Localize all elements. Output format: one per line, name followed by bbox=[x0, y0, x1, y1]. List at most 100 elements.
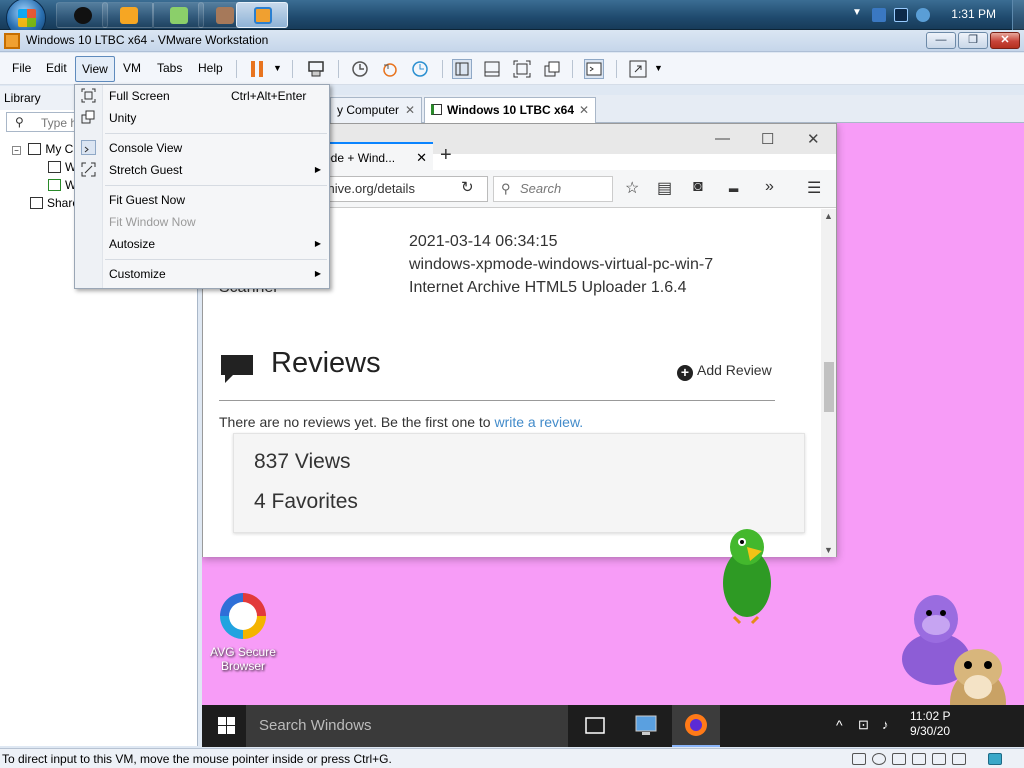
avg-secure-browser-shortcut[interactable]: AVG Secure Browser bbox=[210, 593, 276, 675]
window-title: Windows 10 LTBC x64 - VMware Workstation bbox=[26, 33, 269, 47]
close-button[interactable]: ✕ bbox=[990, 32, 1020, 49]
write-review-link[interactable]: write a review. bbox=[494, 414, 583, 430]
network-adapter-icon[interactable] bbox=[892, 753, 906, 765]
minimize-button[interactable]: — bbox=[926, 32, 956, 49]
tab-windows-10[interactable]: Windows 10 LTBC x64 ✕ bbox=[424, 97, 596, 124]
tray-shield-icon[interactable] bbox=[872, 8, 886, 22]
tab-close-icon[interactable]: ✕ bbox=[579, 98, 589, 122]
remote-desktop-icon[interactable] bbox=[622, 705, 670, 747]
plus-circle-icon: + bbox=[677, 365, 693, 381]
extension-icon[interactable]: ▂ bbox=[729, 178, 738, 192]
menu-tabs[interactable]: Tabs bbox=[157, 61, 182, 75]
task-view-icon[interactable] bbox=[572, 705, 620, 747]
overflow-icon[interactable]: » bbox=[765, 178, 774, 196]
send-ctrl-alt-del-icon[interactable] bbox=[306, 59, 326, 79]
menu-vm[interactable]: VM bbox=[123, 61, 141, 75]
power-dropdown-icon[interactable]: ▼ bbox=[273, 63, 282, 73]
guest-clock[interactable]: 11:02 P 9/30/20 bbox=[910, 709, 950, 739]
menu-view[interactable]: View bbox=[75, 56, 115, 82]
ff-tab-close-icon[interactable]: ✕ bbox=[416, 144, 427, 172]
snapshot-icon[interactable] bbox=[350, 59, 370, 79]
pause-icon[interactable] bbox=[248, 59, 268, 79]
menu-item-customize[interactable]: Customize ▶ bbox=[75, 263, 329, 285]
reload-icon[interactable]: ↻ bbox=[461, 178, 474, 196]
snapshot-manager-icon[interactable] bbox=[410, 59, 430, 79]
system-tray: ▼ 1:31 PM bbox=[834, 0, 1024, 30]
menu-label: Console View bbox=[109, 141, 183, 155]
taskbar-vmware-icon[interactable] bbox=[236, 2, 288, 28]
show-desktop-button[interactable] bbox=[1012, 0, 1024, 30]
console-view-toolbar-icon[interactable] bbox=[584, 59, 604, 79]
unity-toolbar-icon[interactable] bbox=[542, 59, 562, 79]
firefox-taskbar-icon[interactable] bbox=[672, 705, 720, 747]
guest-search-box[interactable]: Search Windows bbox=[246, 705, 568, 747]
display-icon[interactable] bbox=[952, 753, 966, 765]
new-tab-icon[interactable]: + bbox=[440, 144, 452, 167]
scrollbar-thumb[interactable] bbox=[824, 362, 834, 412]
avg-label: AVG Secure Browser bbox=[210, 645, 276, 673]
taskbar-app-1-icon[interactable] bbox=[56, 2, 108, 28]
no-reviews-text: There are no reviews yet. Be the first o… bbox=[219, 414, 583, 430]
tab-my-computer[interactable]: y Computer ✕ bbox=[330, 97, 422, 123]
show-library-icon[interactable] bbox=[452, 59, 472, 79]
cd-drive-icon[interactable] bbox=[872, 753, 886, 765]
menu-item-full-screen[interactable]: Full Screen Ctrl+Alt+Enter bbox=[75, 85, 329, 107]
usb-icon[interactable] bbox=[912, 753, 926, 765]
no-reviews-message: There are no reviews yet. Be the first o… bbox=[219, 414, 495, 430]
hamburger-menu-icon[interactable]: ☰ bbox=[807, 178, 821, 198]
tray-expand-icon[interactable]: ▼ bbox=[852, 7, 862, 18]
toolbar-separator bbox=[236, 60, 237, 78]
maximize-button[interactable]: ❐ bbox=[958, 32, 988, 49]
tray-network-icon[interactable]: ⊡ bbox=[858, 717, 869, 733]
stretch-toolbar-icon[interactable] bbox=[628, 59, 648, 79]
toolbar-separator bbox=[442, 60, 443, 78]
vmware-app-icon[interactable] bbox=[4, 33, 20, 49]
menu-item-stretch-guest[interactable]: Stretch Guest ▶ bbox=[75, 159, 329, 181]
host-clock[interactable]: 1:31 PM bbox=[951, 7, 996, 21]
menu-help[interactable]: Help bbox=[198, 61, 223, 75]
toolbar-separator bbox=[616, 60, 617, 78]
menu-item-console-view[interactable]: Console View bbox=[75, 137, 329, 159]
page-scrollbar[interactable]: ▲ ▼ bbox=[821, 209, 836, 557]
menu-label: Fit Window Now bbox=[109, 215, 196, 229]
tray-network-icon[interactable] bbox=[916, 8, 930, 22]
taskbar-app-3-icon[interactable] bbox=[152, 2, 204, 28]
ff-tab-title: ode + Wind... bbox=[324, 151, 396, 165]
tray-monitor-icon[interactable] bbox=[894, 8, 908, 22]
tab-close-icon[interactable]: ✕ bbox=[405, 98, 415, 122]
status-message: To direct input to this VM, move the mou… bbox=[2, 752, 392, 766]
full-screen-icon bbox=[81, 88, 96, 103]
tray-chevron-icon[interactable]: ^ bbox=[836, 717, 843, 733]
tray-volume-icon[interactable]: ♪ bbox=[882, 717, 889, 732]
scroll-down-icon[interactable]: ▼ bbox=[824, 545, 833, 555]
add-review-button[interactable]: + Add Review bbox=[677, 362, 772, 381]
message-log-icon[interactable] bbox=[988, 753, 1002, 765]
taskbar-app-2-icon[interactable] bbox=[102, 2, 154, 28]
menu-label: Unity bbox=[109, 111, 137, 125]
bookmark-star-icon[interactable]: ☆ bbox=[625, 178, 639, 198]
pocket-icon[interactable]: ◙ bbox=[693, 178, 703, 196]
menu-shortcut: Ctrl+Alt+Enter bbox=[231, 89, 307, 103]
menu-item-autosize[interactable]: Autosize ▶ bbox=[75, 233, 329, 255]
menu-item-fit-guest-now[interactable]: Fit Guest Now bbox=[75, 189, 329, 211]
full-screen-toolbar-icon[interactable] bbox=[512, 59, 532, 79]
collapse-icon[interactable]: − bbox=[12, 146, 21, 155]
stats-panel: 837 Views 4 Favorites bbox=[233, 433, 805, 533]
tree-item-vm-2[interactable]: W bbox=[48, 178, 76, 192]
ff-search-input[interactable]: ⚲ Search bbox=[493, 176, 613, 202]
menu-file[interactable]: File bbox=[12, 61, 31, 75]
library-icon[interactable]: ▤ bbox=[657, 178, 672, 198]
tree-item-shared[interactable]: Share bbox=[30, 196, 79, 210]
revert-snapshot-icon[interactable] bbox=[380, 59, 400, 79]
menu-item-unity[interactable]: Unity bbox=[75, 107, 329, 129]
stretch-dropdown-icon[interactable]: ▼ bbox=[654, 63, 663, 73]
add-review-label: Add Review bbox=[697, 362, 772, 378]
tree-item-my-computer[interactable]: − My C bbox=[12, 142, 73, 156]
tree-item-vm-1[interactable]: W bbox=[48, 160, 76, 174]
hard-disk-icon[interactable] bbox=[852, 753, 866, 765]
windows-start-icon[interactable] bbox=[218, 717, 235, 734]
sound-card-icon[interactable] bbox=[932, 753, 946, 765]
thumbnail-bar-icon[interactable] bbox=[482, 59, 502, 79]
scroll-up-icon[interactable]: ▲ bbox=[824, 211, 833, 221]
menu-edit[interactable]: Edit bbox=[46, 61, 67, 75]
